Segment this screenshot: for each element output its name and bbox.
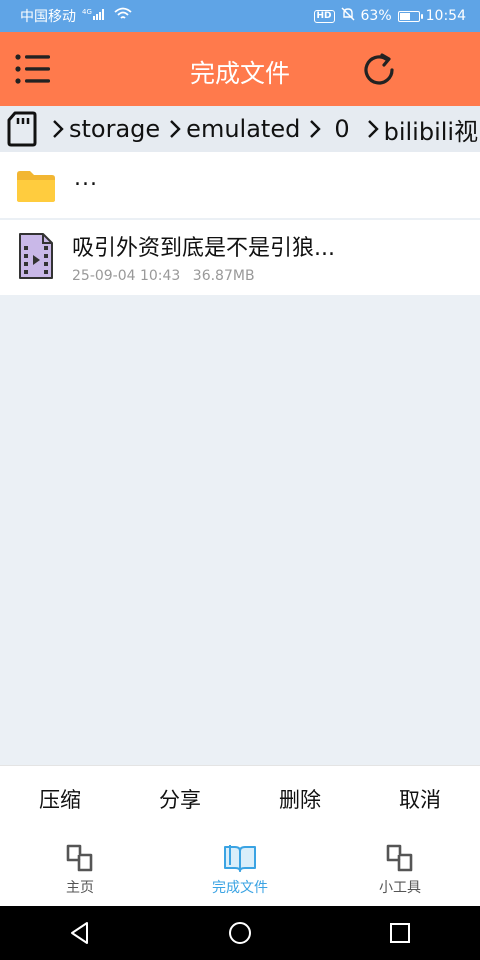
file-meta: 25-09-04 10:43 36.87MB xyxy=(72,268,263,284)
parent-folder-row[interactable]: ... xyxy=(0,152,480,218)
sd-card-icon[interactable] xyxy=(7,111,37,147)
home-squares-icon xyxy=(66,844,93,872)
tab-tools[interactable]: 小工具 xyxy=(320,831,480,906)
video-file-icon xyxy=(19,233,53,279)
tab-label: 完成文件 xyxy=(212,880,268,896)
file-size: 36.87MB xyxy=(192,268,255,284)
breadcrumb-item[interactable]: 0 xyxy=(300,115,357,143)
chevron-right-icon xyxy=(367,120,379,138)
breadcrumb-item[interactable]: emulated xyxy=(160,115,300,143)
refresh-icon[interactable] xyxy=(360,51,398,89)
status-bar: 中国移动 4G HD 63% 10:54 xyxy=(0,0,480,32)
network-type-label: 4G xyxy=(82,8,92,16)
wifi-icon xyxy=(114,7,132,25)
tab-finished-files[interactable]: 完成文件 xyxy=(160,831,320,906)
file-list: ... 吸引外资到底是不是引狼... 25-09-04 10:43 36.87M… xyxy=(0,152,480,295)
page-title: 完成文件 xyxy=(189,59,290,88)
home-icon[interactable] xyxy=(227,920,253,946)
folder-icon xyxy=(17,171,55,202)
battery-percent: 63% xyxy=(360,8,392,24)
carrier-label: 中国移动 xyxy=(20,9,76,25)
tab-label: 主页 xyxy=(66,880,94,896)
compress-button[interactable]: 压缩 xyxy=(0,784,120,814)
breadcrumb-item[interactable]: storage xyxy=(43,115,160,143)
back-icon[interactable] xyxy=(67,920,93,946)
recents-icon[interactable] xyxy=(387,920,413,946)
book-icon xyxy=(224,845,256,872)
signal-icon: 4G xyxy=(82,7,108,25)
bottom-tab-bar: 主页 完成文件 小工具 xyxy=(0,831,480,906)
action-bar: 压缩 分享 删除 取消 xyxy=(0,765,480,832)
chevron-right-icon xyxy=(170,120,181,138)
file-date: 25-09-04 10:43 xyxy=(72,268,181,284)
cancel-button[interactable]: 取消 xyxy=(360,784,480,814)
breadcrumb-label: emulated xyxy=(186,115,301,143)
hd-icon: HD xyxy=(313,9,335,23)
mute-bell-icon xyxy=(341,7,355,25)
chevron-right-icon xyxy=(53,120,64,138)
app-header: 完成文件 xyxy=(0,32,480,106)
breadcrumb-item[interactable]: bilibili视 xyxy=(358,112,478,147)
list-item[interactable]: 吸引外资到底是不是引狼... 25-09-04 10:43 36.87MB xyxy=(0,220,480,295)
parent-folder-label: ... xyxy=(74,166,98,191)
tab-home[interactable]: 主页 xyxy=(0,831,160,906)
file-name: 吸引外资到底是不是引狼... xyxy=(72,236,335,261)
system-nav-bar xyxy=(0,906,480,960)
breadcrumb-label: bilibili视 xyxy=(383,117,479,146)
tools-squares-icon xyxy=(386,844,413,872)
chevron-right-icon xyxy=(310,120,322,138)
tab-label: 小工具 xyxy=(379,880,421,896)
battery-icon xyxy=(397,10,423,22)
share-button[interactable]: 分享 xyxy=(120,784,240,814)
breadcrumb-label: storage xyxy=(69,115,161,143)
clock: 10:54 xyxy=(425,8,466,24)
delete-button[interactable]: 删除 xyxy=(240,784,360,814)
breadcrumb-label: 0 xyxy=(334,115,350,143)
breadcrumb: storage emulated 0 bilibili视 xyxy=(0,106,480,152)
